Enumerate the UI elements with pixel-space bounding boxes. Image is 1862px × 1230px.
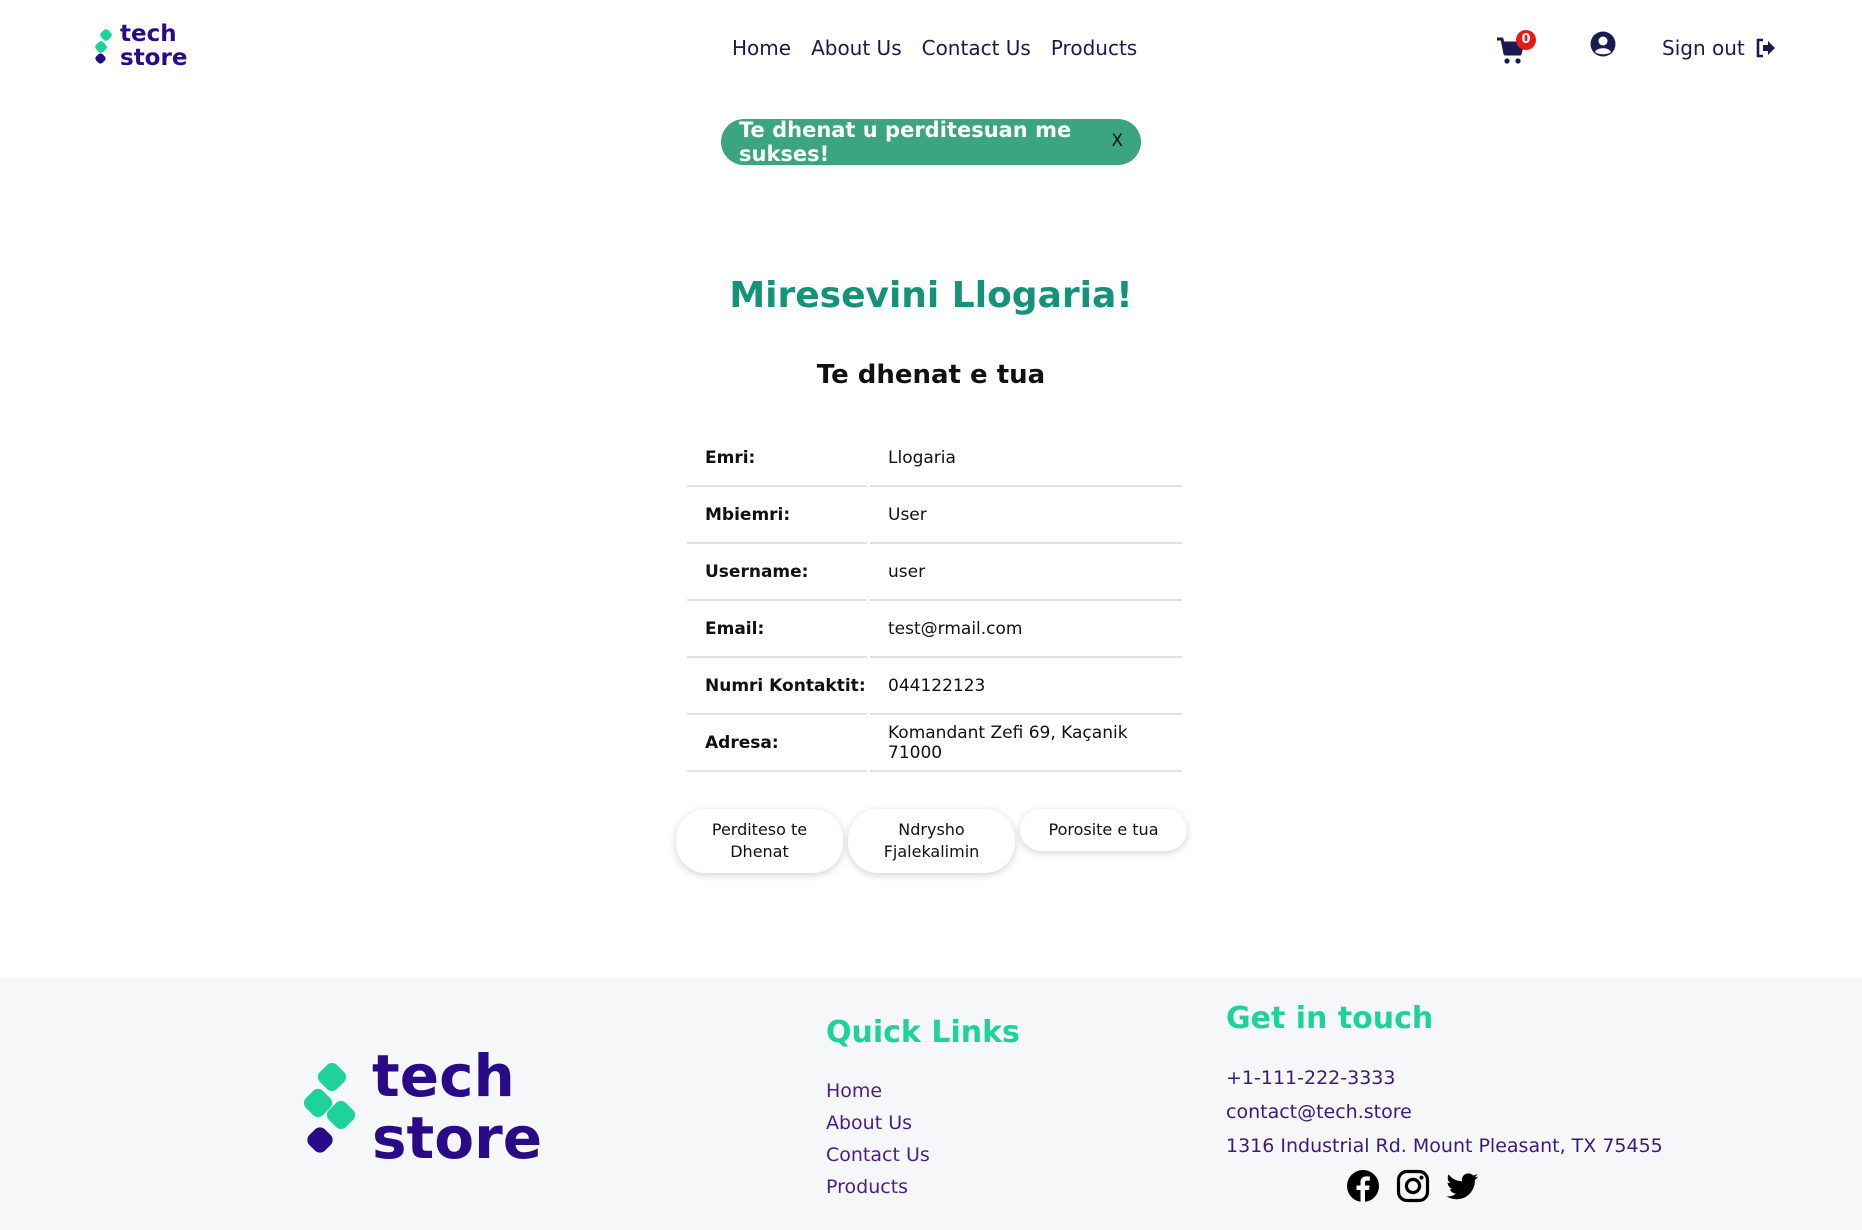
sign-out-button[interactable]: Sign out	[1662, 36, 1777, 60]
sign-out-label: Sign out	[1662, 36, 1745, 60]
cart-count-badge: 0	[1516, 30, 1536, 50]
footer-link-about-us[interactable]: About Us	[826, 1107, 930, 1139]
profile-subtitle: Te dhenat e tua	[816, 360, 1046, 390]
header-logo[interactable]: tech store	[92, 22, 192, 72]
row-label: Adresa:	[687, 715, 867, 772]
contact-address: 1316 Industrial Rd. Mount Pleasant, TX 7…	[1226, 1135, 1663, 1157]
my-orders-button[interactable]: Porosite e tua	[1020, 809, 1187, 851]
success-alert: Te dhenat u perditesuan me sukses! X	[721, 118, 1141, 166]
social-links	[1346, 1169, 1480, 1203]
welcome-heading: Miresevini Llogaria!	[729, 275, 1133, 316]
header: tech store Home About Us Contact Us Prod…	[0, 0, 1862, 96]
table-row: Username: user	[687, 544, 1182, 601]
logo-mark-icon	[95, 29, 112, 64]
profile-actions: Perditeso te Dhenat Ndrysho Fjalekalimin…	[676, 809, 1187, 873]
logo-line-2: store	[120, 45, 188, 71]
quick-links-title: Quick Links	[826, 1015, 1020, 1050]
row-value: test@rmail.com	[870, 601, 1182, 658]
footer-link-products[interactable]: Products	[826, 1171, 930, 1203]
twitter-icon[interactable]	[1446, 1169, 1480, 1203]
row-label: Emri:	[687, 430, 867, 487]
nav-home[interactable]: Home	[732, 36, 791, 60]
nav-contact-us[interactable]: Contact Us	[922, 36, 1031, 60]
contact-email: contact@tech.store	[1226, 1101, 1412, 1123]
alert-close-button[interactable]: X	[1111, 131, 1123, 151]
row-label: Email:	[687, 601, 867, 658]
footer-logo-mark-icon	[303, 1063, 356, 1153]
facebook-icon[interactable]	[1346, 1169, 1380, 1203]
row-label: Numri Kontaktit:	[687, 658, 867, 715]
profile-info-table: Emri: Llogaria Mbiemri: User Username: u…	[684, 430, 1185, 772]
row-label: Mbiemri:	[687, 487, 867, 544]
nav-products[interactable]: Products	[1051, 36, 1137, 60]
contact-phone: +1-111-222-3333	[1226, 1067, 1396, 1089]
footer-link-home[interactable]: Home	[826, 1075, 930, 1107]
cart-button[interactable]: 0	[1496, 30, 1536, 66]
table-row: Mbiemri: User	[687, 487, 1182, 544]
change-password-button[interactable]: Ndrysho Fjalekalimin	[848, 809, 1015, 873]
footer-logo[interactable]: tech store	[298, 1045, 542, 1169]
get-in-touch-title: Get in touch	[1226, 1001, 1434, 1036]
footer-logo-line-2: store	[372, 1104, 543, 1172]
sign-out-icon	[1756, 38, 1775, 58]
row-value: Llogaria	[870, 430, 1182, 487]
footer-logo-text: tech store	[372, 1045, 542, 1169]
user-circle-icon	[1590, 31, 1616, 57]
row-label: Username:	[687, 544, 867, 601]
footer-logo-line-1: tech	[372, 1042, 515, 1110]
alert-message: Te dhenat u perditesuan me sukses!	[739, 118, 1072, 166]
instagram-icon[interactable]	[1396, 1169, 1430, 1203]
row-value: user	[870, 544, 1182, 601]
contact-info: +1-111-222-3333 contact@tech.store 1316 …	[1226, 1061, 1663, 1163]
footer-link-contact-us[interactable]: Contact Us	[826, 1139, 930, 1171]
table-row: Emri: Llogaria	[687, 430, 1182, 487]
logo-line-1: tech	[120, 21, 177, 47]
row-value: Komandant Zefi 69, Kaçanik 71000	[870, 715, 1182, 772]
table-row: Adresa: Komandant Zefi 69, Kaçanik 71000	[687, 715, 1182, 772]
quick-links-list: Home About Us Contact Us Products	[826, 1075, 930, 1203]
nav-about-us[interactable]: About Us	[811, 36, 902, 60]
row-value: 044122123	[870, 658, 1182, 715]
update-data-button[interactable]: Perditeso te Dhenat	[676, 809, 843, 873]
account-button[interactable]	[1590, 31, 1616, 61]
table-row: Numri Kontaktit: 044122123	[687, 658, 1182, 715]
row-value: User	[870, 487, 1182, 544]
logo-text: tech store	[120, 22, 187, 70]
main-nav: Home About Us Contact Us Products	[732, 36, 1137, 60]
table-row: Email: test@rmail.com	[687, 601, 1182, 658]
